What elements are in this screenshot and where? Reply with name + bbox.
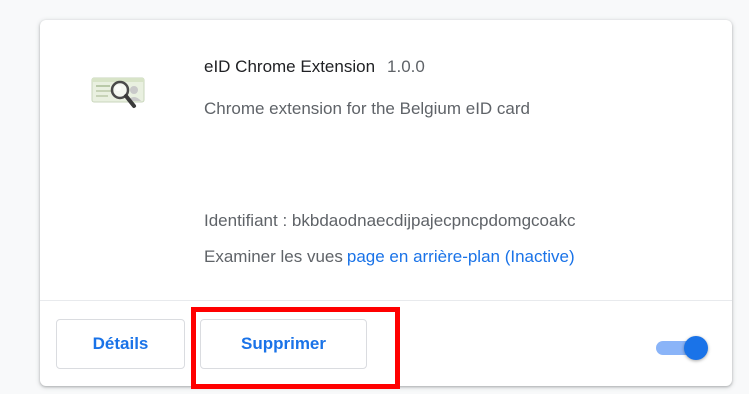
extension-enable-toggle[interactable] — [654, 334, 710, 360]
background-page-link[interactable]: page en arrière-plan (Inactive) — [347, 247, 575, 266]
extension-name: eID Chrome Extension — [204, 57, 376, 76]
remove-button[interactable]: Supprimer — [200, 319, 367, 369]
details-button[interactable]: Détails — [56, 319, 185, 369]
inspect-views-label: Examiner les vues — [204, 247, 343, 266]
eid-card-magnifier-icon — [91, 77, 145, 108]
extension-description: Chrome extension for the Belgium eID car… — [204, 99, 530, 118]
extension-card: eID Chrome Extension 1.0.0 Chrome extensi… — [40, 20, 732, 386]
extension-id-row: Identifiant : bkbdaodnaecdijpajecpncpdom… — [204, 211, 575, 231]
extension-id-label: Identifiant : — [204, 211, 288, 230]
extension-id-value: bkbdaodnaecdijpajecpncpdomgcoakc — [291, 211, 576, 230]
card-divider — [40, 300, 732, 301]
extension-version: 1.0.0 — [387, 57, 425, 76]
toggle-knob — [684, 336, 708, 360]
inspect-views-row: Examiner les vues page en arrière-plan (I… — [204, 247, 575, 267]
extensions-page: eID Chrome Extension 1.0.0 Chrome extensi… — [0, 0, 749, 394]
extension-title: eID Chrome Extension 1.0.0 — [204, 57, 425, 77]
